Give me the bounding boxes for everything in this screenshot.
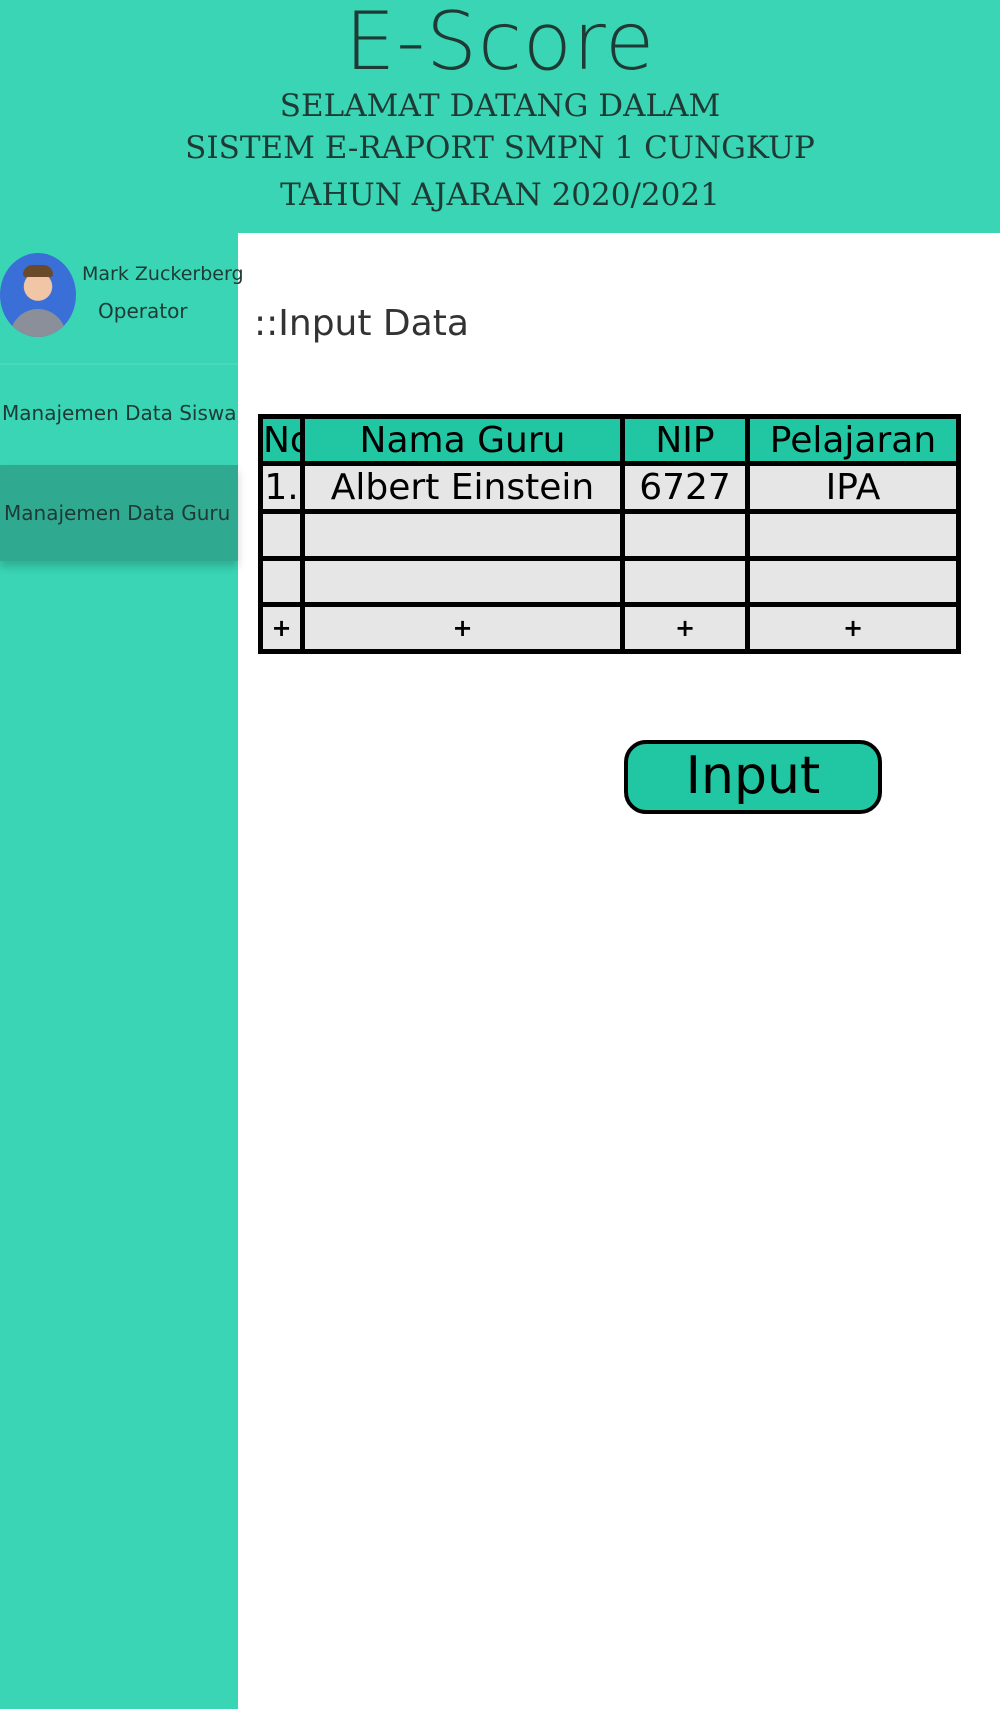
welcome-line: SELAMAT DATANG DALAM: [279, 88, 721, 124]
app-header: E-Score SELAMAT DATANG DALAM SISTEM E-RA…: [0, 0, 1000, 233]
cell-pelajaran[interactable]: [745, 508, 961, 561]
cell-nama-guru[interactable]: [300, 508, 625, 561]
system-name-line: SISTEM E-RAPORT SMPN 1 CUNGKUP: [185, 130, 815, 166]
cell-nama-guru[interactable]: Albert Einstein: [300, 461, 625, 514]
add-row: + + + +: [258, 602, 961, 654]
sidebar-item-data-guru[interactable]: Manajemen Data Guru: [0, 465, 238, 561]
column-header-no: No: [258, 414, 305, 466]
cell-nama-guru[interactable]: [300, 555, 625, 608]
table-row: [258, 508, 961, 561]
sidebar: Mark Zuckerberg Operator Manajemen Data …: [0, 233, 244, 1709]
cell-nip[interactable]: [620, 508, 750, 561]
cell-no[interactable]: [258, 555, 305, 608]
table-header-row: No Nama Guru NIP Pelajaran: [258, 414, 961, 466]
table-row: 1. Albert Einstein 6727 IPA: [258, 461, 961, 514]
column-header-nip: NIP: [620, 414, 750, 466]
cell-pelajaran[interactable]: [745, 555, 961, 608]
cell-no[interactable]: [258, 508, 305, 561]
cell-nip[interactable]: 6727: [620, 461, 750, 514]
add-nip-button[interactable]: +: [620, 602, 750, 654]
column-header-pelajaran: Pelajaran: [745, 414, 961, 466]
user-role: Operator: [98, 299, 188, 323]
add-no-button[interactable]: +: [258, 602, 305, 654]
cell-nip[interactable]: [620, 555, 750, 608]
column-header-nama-guru: Nama Guru: [300, 414, 625, 466]
add-pelajaran-button[interactable]: +: [745, 602, 961, 654]
add-nama-guru-button[interactable]: +: [300, 602, 625, 654]
page-title: ::Input Data: [254, 303, 469, 344]
user-profile: Mark Zuckerberg Operator: [0, 233, 244, 363]
avatar: [0, 253, 76, 337]
cell-no[interactable]: 1.: [258, 461, 305, 514]
sidebar-item-data-siswa[interactable]: Manajemen Data Siswa: [0, 365, 238, 461]
input-button[interactable]: Input: [624, 740, 882, 814]
user-name: Mark Zuckerberg: [82, 263, 244, 285]
academic-year-line: TAHUN AJARAN 2020/2021: [280, 177, 720, 213]
app-title: E-Score: [344, 0, 656, 88]
cell-pelajaran[interactable]: IPA: [745, 461, 961, 514]
table-row: [258, 555, 961, 608]
teacher-data-table: No Nama Guru NIP Pelajaran 1. Albert Ein…: [258, 414, 961, 654]
